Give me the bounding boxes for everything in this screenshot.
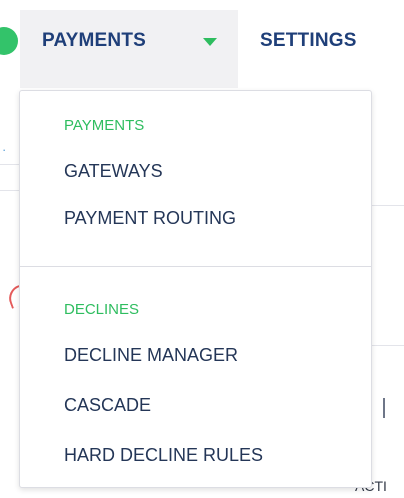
- payments-dropdown-menu: PAYMENTS GATEWAYS PAYMENT ROUTING DECLIN…: [19, 90, 372, 488]
- background-divider: [0, 164, 20, 165]
- menu-item-cascade[interactable]: CASCADE: [64, 395, 151, 416]
- background-divider: [0, 190, 20, 191]
- nav-settings-button[interactable]: SETTINGS: [260, 30, 357, 52]
- caret-down-icon[interactable]: [203, 38, 217, 46]
- background-separator: [383, 398, 385, 418]
- background-divider: [370, 345, 404, 346]
- menu-heading-payments: PAYMENTS: [64, 117, 145, 134]
- menu-divider: [20, 266, 371, 267]
- menu-heading-declines: DECLINES: [64, 301, 140, 318]
- background-divider: [370, 205, 404, 206]
- menu-item-decline-manager[interactable]: DECLINE MANAGER: [64, 345, 238, 366]
- menu-item-gateways[interactable]: GATEWAYS: [64, 161, 163, 182]
- logo-icon: [0, 27, 18, 55]
- top-nav: PAYMENTS SETTINGS: [0, 0, 404, 88]
- menu-item-payment-routing[interactable]: PAYMENT ROUTING: [64, 208, 236, 229]
- menu-item-hard-decline-rules[interactable]: HARD DECLINE RULES: [64, 445, 263, 466]
- background-fragment: ·: [2, 142, 7, 157]
- nav-payments-button[interactable]: PAYMENTS: [42, 30, 146, 52]
